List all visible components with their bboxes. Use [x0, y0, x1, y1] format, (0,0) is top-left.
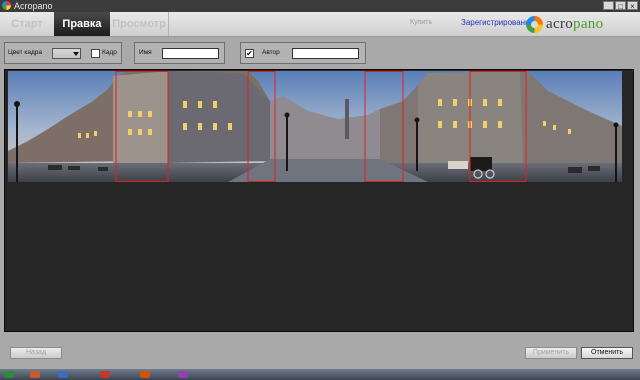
name-label: Имя	[139, 49, 152, 56]
taskbar-app-icon[interactable]	[140, 371, 150, 378]
panorama-image-svg	[8, 71, 622, 182]
taskbar-app-icon[interactable]	[58, 371, 68, 378]
author-group: ✔ Автор	[240, 42, 366, 64]
os-taskbar	[0, 369, 640, 380]
author-checkbox[interactable]: ✔	[245, 49, 254, 58]
frame-options-group: Цвет кадра Кадр	[4, 42, 122, 64]
pano-column	[345, 99, 349, 139]
close-button[interactable]: ×	[627, 1, 638, 11]
chevron-down-icon	[73, 52, 79, 56]
logo-mark-icon	[526, 15, 543, 33]
name-group: Имя	[134, 42, 225, 64]
frame-color-label: Цвет кадра	[8, 49, 42, 56]
logo-text: acropano	[546, 15, 604, 32]
author-input[interactable]	[292, 48, 359, 59]
cancel-button[interactable]: Отменить	[581, 347, 633, 359]
start-icon[interactable]	[4, 371, 14, 378]
back-button[interactable]: Назад	[10, 347, 62, 359]
top-bar: Старт Правка Просмотр Купить Зарегистрир…	[0, 12, 640, 37]
frame-checkbox-label: Кадр	[102, 49, 117, 56]
bottom-bar: Назад Применить Отменить	[0, 333, 640, 369]
app-icon	[2, 1, 11, 10]
tab-start[interactable]: Старт	[0, 12, 54, 36]
window-titlebar: Acropano _ □ ×	[0, 0, 640, 12]
frame-checkbox[interactable]	[91, 49, 100, 58]
taskbar-app-icon[interactable]	[178, 371, 188, 378]
buy-link[interactable]: Купить	[410, 19, 432, 26]
window-title: Acropano	[14, 1, 53, 11]
taskbar-app-icon[interactable]	[30, 371, 40, 378]
acropano-logo: acropano	[526, 14, 603, 34]
options-bar: Цвет кадра Кадр Имя ✔ Автор	[0, 37, 640, 69]
tab-edit[interactable]: Правка	[54, 12, 110, 36]
taskbar-app-icon[interactable]	[100, 371, 110, 378]
name-input[interactable]	[162, 48, 219, 59]
author-label: Автор	[262, 49, 280, 56]
panorama-image[interactable]	[8, 71, 622, 182]
apply-button[interactable]: Применить	[525, 347, 577, 359]
maximize-button[interactable]: □	[615, 1, 626, 11]
frame-color-select[interactable]	[52, 48, 81, 59]
window-controls: _ □ ×	[603, 1, 638, 11]
tab-view[interactable]: Просмотр	[110, 12, 169, 36]
minimize-button[interactable]: _	[603, 1, 614, 11]
